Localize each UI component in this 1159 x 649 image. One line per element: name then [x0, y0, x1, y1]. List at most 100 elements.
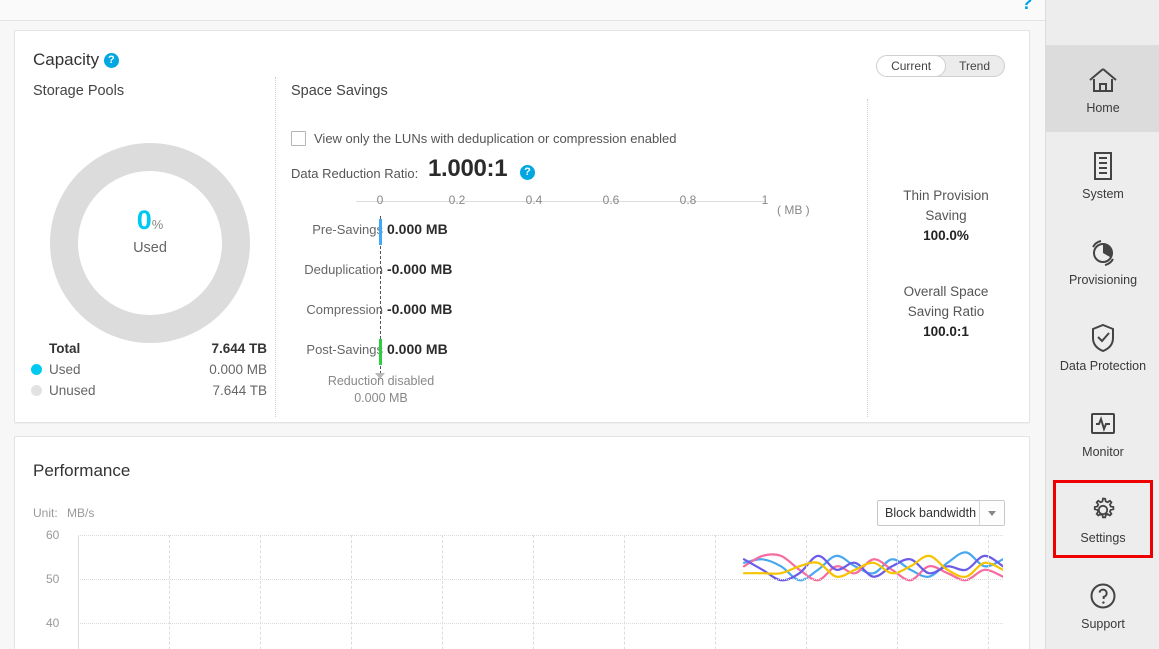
toggle-option-trend[interactable]: Trend — [945, 56, 1004, 76]
toggle-option-current[interactable]: Current — [877, 56, 947, 76]
provisioning-icon — [1088, 235, 1118, 269]
gridline-v-5 — [533, 535, 534, 649]
y-tick-50: 50 — [46, 572, 60, 586]
bar-row-deduplication: Deduplication -0.000 MB — [15, 259, 715, 285]
gridline-v-10 — [988, 535, 989, 649]
reduction-disabled-line2: 0.000 MB — [354, 391, 408, 405]
top-divider — [0, 20, 1045, 21]
sidebar-label-provisioning: Provisioning — [1068, 273, 1138, 287]
bar-label-post-savings: Post-Savings — [306, 342, 383, 357]
sidebar-label-monitor: Monitor — [1082, 445, 1124, 459]
server-icon — [1091, 149, 1115, 183]
gridline-v-8 — [806, 535, 807, 649]
gridline-v-1 — [169, 535, 170, 649]
performance-unit-value: MB/s — [67, 506, 95, 520]
sidebar-item-support[interactable]: Support — [1046, 562, 1159, 648]
question-circle-icon — [1088, 579, 1118, 613]
gridline-v-6 — [624, 535, 625, 649]
shield-check-icon — [1090, 321, 1116, 355]
savings-axis-tick-2: 0.4 — [525, 193, 543, 207]
bar-value-pre-savings: 0.000 MB — [387, 221, 448, 237]
top-strip: ? — [0, 0, 1045, 22]
ratio-help-circle-icon[interactable]: ? — [520, 165, 535, 180]
savings-axis-unit: ( MB ) — [777, 203, 810, 217]
bar-row-pre-savings: Pre-Savings 0.000 MB — [15, 219, 715, 245]
bar-row-post-savings: Post-Savings 0.000 MB — [15, 339, 715, 365]
monitor-pulse-icon — [1088, 407, 1118, 441]
capacity-title-text: Capacity — [33, 50, 100, 69]
gridline-v-7 — [715, 535, 716, 649]
performance-title: Performance — [33, 461, 131, 480]
metric-select-value[interactable]: Block bandwidth — [878, 501, 979, 525]
performance-chart: 60 50 40 30 — [46, 528, 1003, 649]
page-content: Capacity ? Current Trend Storage Pools S… — [0, 22, 1045, 649]
performance-series-svg — [742, 551, 1003, 582]
savings-axis-tick-1: 0.2 — [448, 193, 466, 207]
current-trend-toggle[interactable]: Current Trend — [876, 55, 1005, 77]
bar-label-deduplication: Deduplication — [304, 262, 383, 277]
chevron-down-icon[interactable] — [979, 501, 1004, 525]
data-reduction-ratio-label: Data Reduction Ratio: — [291, 166, 419, 181]
performance-unit: Unit: MB/s — [33, 506, 94, 520]
bar-label-compression: Compression — [306, 302, 383, 317]
gridline-v-4 — [442, 535, 443, 649]
sidebar-label-data-protection: Data Protection — [1059, 359, 1147, 373]
savings-axis-tick-3: 0.6 — [602, 193, 620, 207]
sidebar-label-system: System — [1082, 187, 1124, 201]
savings-axis-tick-4: 0.8 — [679, 193, 697, 207]
metric-select[interactable]: Block bandwidth — [877, 500, 1005, 526]
gridline-v-2 — [260, 535, 261, 649]
capacity-card: Capacity ? Current Trend Storage Pools S… — [14, 30, 1030, 423]
capacity-right-stats: Thin Provision Saving 100.0% Overall Spa… — [881, 186, 1011, 342]
bar-indicator-pre-savings — [379, 219, 382, 245]
savings-axis-tick-5: 1 — [761, 193, 769, 207]
reduction-disabled-note: Reduction disabled 0.000 MB — [291, 373, 471, 407]
thin-provision-title-line1: Thin Provision — [903, 188, 989, 203]
bar-indicator-post-savings — [379, 339, 382, 365]
y-tick-60: 60 — [46, 528, 60, 542]
space-savings-heading: Space Savings — [291, 83, 388, 99]
overall-space-saving-stat: Overall Space Saving Ratio 100.0:1 — [881, 282, 1011, 342]
y-tick-40: 40 — [46, 616, 60, 630]
legend-label-unused: Unused — [49, 383, 96, 398]
bar-value-post-savings: 0.000 MB — [387, 341, 448, 357]
storage-pools-heading: Storage Pools — [33, 83, 125, 99]
bar-value-compression: -0.000 MB — [387, 301, 453, 317]
overall-saving-value: 100.0:1 — [923, 324, 969, 339]
right-sidebar: Home System Provisioning Data Protection — [1045, 0, 1159, 649]
savings-axis-line — [356, 201, 766, 202]
performance-unit-label: Unit: — [33, 506, 58, 520]
savings-axis-tick-0: 0 — [376, 193, 384, 207]
home-icon — [1088, 63, 1118, 97]
app-root: ? Capacity ? Current Trend Storage Pools… — [0, 0, 1159, 649]
legend-dot-used — [31, 364, 42, 375]
sidebar-item-system[interactable]: System — [1046, 132, 1159, 218]
sidebar-item-home[interactable]: Home — [1046, 46, 1159, 132]
thin-provision-title-line2: Saving — [925, 208, 967, 223]
dedup-filter-label: View only the LUNs with deduplication or… — [314, 131, 677, 146]
legend-value-unused: 7.644 TB — [212, 383, 267, 398]
help-circle-icon[interactable]: ? — [103, 53, 119, 68]
thin-provision-saving-stat: Thin Provision Saving 100.0% — [881, 186, 1011, 246]
dedup-filter-checkbox-row[interactable]: View only the LUNs with deduplication or… — [291, 131, 677, 146]
settings-highlight-box — [1053, 480, 1153, 558]
sidebar-item-data-protection[interactable]: Data Protection — [1046, 304, 1159, 390]
sidebar-item-settings[interactable]: Settings — [1046, 476, 1159, 562]
sidebar-item-monitor[interactable]: Monitor — [1046, 390, 1159, 476]
legend-row-unused: Unused 7.644 TB — [31, 380, 267, 401]
page-help-icon[interactable]: ? — [1021, 0, 1033, 15]
sidebar-item-provisioning[interactable]: Provisioning — [1046, 218, 1159, 304]
data-reduction-ratio-value: 1.000:1 — [428, 155, 508, 182]
divider-left — [275, 77, 276, 417]
dedup-filter-checkbox[interactable] — [291, 131, 306, 146]
legend-dot-unused — [31, 385, 42, 396]
bar-value-deduplication: -0.000 MB — [387, 261, 453, 277]
overall-saving-title-line2: Saving Ratio — [907, 304, 985, 319]
sidebar-top-spacer — [1046, 0, 1159, 46]
bar-row-compression: Compression -0.000 MB — [15, 299, 715, 325]
gridline-v-9 — [897, 535, 898, 649]
divider-right — [867, 99, 868, 417]
capacity-title: Capacity ? — [33, 50, 119, 70]
stats-spacer — [881, 246, 1011, 282]
overall-saving-title-line1: Overall Space — [903, 284, 989, 299]
